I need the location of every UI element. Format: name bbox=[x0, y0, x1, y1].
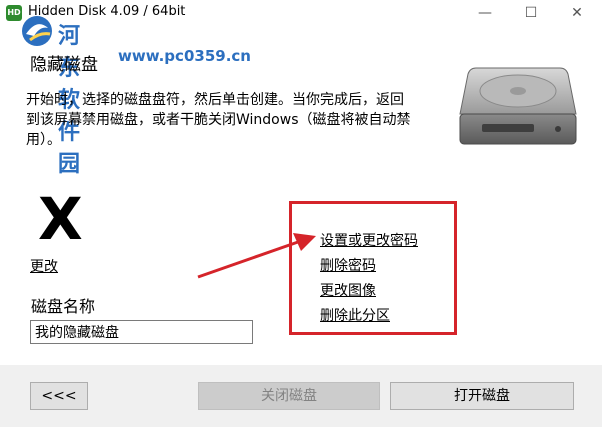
close-button[interactable]: ✕ bbox=[554, 0, 600, 26]
back-button[interactable]: <<< bbox=[30, 382, 88, 410]
disk-name-input[interactable] bbox=[30, 320, 253, 344]
open-disk-button[interactable]: 打开磁盘 bbox=[390, 382, 574, 410]
change-drive-letter-link[interactable]: 更改 bbox=[30, 256, 58, 276]
change-image-link[interactable]: 更改图像 bbox=[320, 280, 376, 300]
description-text: 开始时，选择的磁盘盘符，然后单击创建。当你完成后，返回到该屏幕禁用磁盘，或者干脆… bbox=[26, 92, 411, 148]
set-password-link[interactable]: 设置或更改密码 bbox=[320, 230, 418, 250]
disk-name-label: 磁盘名称 bbox=[31, 297, 96, 316]
watermark-url: www.pc0359.cn bbox=[118, 47, 251, 65]
delete-password-link[interactable]: 删除密码 bbox=[320, 255, 376, 275]
page-heading: 隐藏磁盘 bbox=[30, 55, 98, 75]
close-disk-button[interactable]: 关闭磁盘 bbox=[198, 382, 380, 410]
drive-letter: X bbox=[38, 185, 83, 253]
hard-drive-icon bbox=[459, 67, 577, 145]
watermark-logo-icon bbox=[22, 16, 52, 46]
footer-bar: <<< 关闭磁盘 打开磁盘 bbox=[0, 365, 602, 427]
maximize-button[interactable]: ☐ bbox=[508, 0, 554, 26]
title-bar: HD Hidden Disk 4.09 / 64bit — ☐ ✕ bbox=[0, 0, 602, 26]
delete-partition-link[interactable]: 删除此分区 bbox=[320, 305, 390, 325]
minimize-button[interactable]: — bbox=[462, 0, 508, 26]
